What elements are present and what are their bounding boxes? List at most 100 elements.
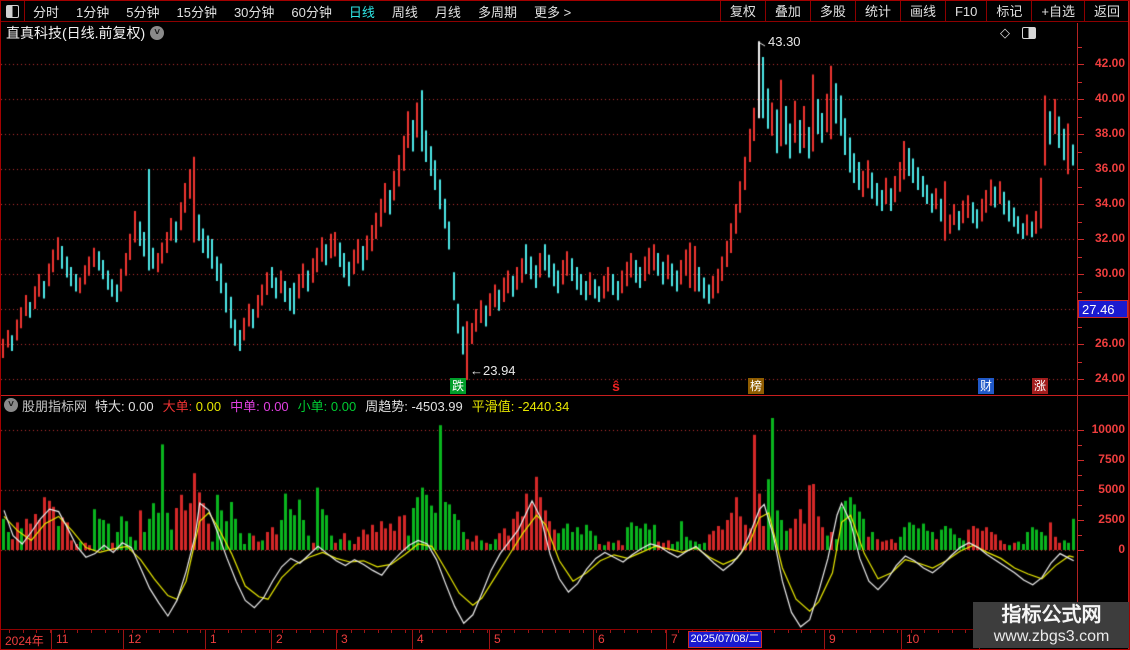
indicator-axis-tick (1078, 505, 1082, 506)
title-row: 直真科技(日线.前复权) ˅ ◇ (1, 23, 1076, 43)
price-axis-tick (1078, 47, 1082, 48)
time-axis-minor-tick (378, 630, 379, 633)
time-axis-minor-tick (337, 630, 338, 633)
time-axis-minor-tick (473, 630, 474, 633)
chart-marker-3: 财 (978, 378, 994, 394)
toolbar-right-item-2[interactable]: 多股 (809, 1, 855, 22)
price-axis-tick (1078, 169, 1084, 170)
toolbar-item-9[interactable]: 多周期 (478, 2, 517, 21)
price-axis-tick (1078, 204, 1084, 205)
toolbar-right-item-4[interactable]: 画线 (899, 1, 945, 22)
time-axis-minor-tick (596, 630, 597, 633)
toolbar-item-5[interactable]: 60分钟 (291, 2, 331, 21)
toolbar-right-item-8[interactable]: 返回 (1083, 1, 1129, 22)
indicator-field-5: 平滑值: -2440.34 (471, 398, 570, 414)
window-layout-icon[interactable] (1, 1, 25, 22)
time-axis-year: 2024年 (5, 634, 44, 648)
stock-title[interactable]: 直真科技(日线.前复权) (1, 23, 145, 43)
price-axis-tick (1078, 379, 1084, 380)
top-toolbar: 分时 1分钟 5分钟 15分钟 30分钟 60分钟 日线 周线 月线 多周期 更多 > 复权 叠加 多股… (1, 1, 1129, 22)
time-axis-boundary (123, 630, 124, 649)
panel-divider (1, 395, 1129, 396)
time-axis-minor-tick (296, 630, 297, 633)
watermark: 指标公式网 www.zbgs3.com (973, 602, 1129, 648)
toolbar-right-item-1[interactable]: 叠加 (764, 1, 810, 22)
time-axis-minor-tick (173, 630, 174, 633)
toolbar-item-0[interactable]: 分时 (33, 2, 59, 21)
time-axis-minor-tick (555, 630, 556, 633)
current-price-tag: 27.46 (1078, 300, 1128, 318)
right-border (1128, 1, 1129, 649)
time-axis-month-label: 12 (128, 632, 142, 646)
time-axis-minor-tick (856, 630, 857, 633)
price-axis-label: 36.00 (1094, 161, 1125, 175)
time-axis-minor-tick (651, 630, 652, 633)
time-axis-minor-tick (269, 630, 270, 633)
candlestick-chart[interactable] (1, 37, 1076, 395)
time-axis-minor-tick (323, 630, 324, 633)
time-axis-boundary (901, 630, 902, 649)
toolbar-right-item-0[interactable]: 复权 (719, 1, 765, 22)
time-axis-month-label: 7 (671, 632, 678, 646)
time-axis-boundary (51, 630, 52, 649)
time-axis-boundary (412, 630, 413, 649)
indicator-axis-tick (1078, 490, 1084, 491)
half-square-icon (6, 4, 19, 18)
time-axis-minor-tick (788, 630, 789, 633)
time-axis-month-label: 6 (598, 632, 605, 646)
toolbar-item-1[interactable]: 1分钟 (76, 2, 109, 21)
time-axis-minor-tick (364, 630, 365, 633)
time-axis-month-label: 10 (906, 632, 920, 646)
diamond-icon[interactable]: ◇ (1000, 25, 1010, 41)
time-axis-minor-tick (528, 630, 529, 633)
indicator-axis-tick (1078, 430, 1084, 431)
toolbar-item-6[interactable]: 日线 (349, 2, 375, 21)
time-axis-minor-tick (965, 630, 966, 633)
toolbar-right-item-5[interactable]: F10 (944, 1, 986, 22)
price-axis-label: 40.00 (1094, 91, 1125, 105)
time-axis: 2024年 11 12 1 2 3 4 5 6 7 9 10 (1, 630, 1129, 649)
time-axis-minor-tick (77, 630, 78, 633)
price-axis-label: 38.00 (1094, 126, 1125, 140)
price-axis-tick (1078, 99, 1084, 100)
time-axis-minor-tick (842, 630, 843, 633)
time-axis-month-label: 2 (276, 632, 283, 646)
time-axis-minor-tick (637, 630, 638, 633)
time-axis-boundary (205, 630, 206, 649)
toolbar-item-10[interactable]: 更多 > (534, 2, 571, 21)
low-annotation: ←23.94 (470, 363, 516, 378)
time-axis-month-label: 5 (494, 632, 501, 646)
toolbar-right-item-3[interactable]: 统计 (854, 1, 900, 22)
indicator-field-2: 中单: 0.00 (230, 398, 289, 414)
indicator-axis-label: 5000 (1098, 482, 1125, 496)
time-axis-minor-tick (405, 630, 406, 633)
time-axis-minor-tick (870, 630, 871, 633)
indicator-axis-tick (1078, 460, 1084, 461)
chevron-down-icon[interactable]: ˅ (150, 26, 165, 40)
title-icons: ◇ (1000, 25, 1036, 41)
time-axis-minor-tick (938, 630, 939, 633)
time-axis-boundary (489, 630, 490, 649)
toolbar-item-2[interactable]: 5分钟 (126, 2, 159, 21)
time-axis-minor-tick (583, 630, 584, 633)
split-view-icon[interactable] (1022, 27, 1036, 39)
time-axis-minor-tick (514, 630, 515, 633)
toolbar-item-3[interactable]: 15分钟 (176, 2, 216, 21)
time-axis-minor-tick (678, 630, 679, 633)
time-axis-minor-tick (255, 630, 256, 633)
toolbar-item-8[interactable]: 月线 (435, 2, 461, 21)
toolbar-item-4[interactable]: 30分钟 (234, 2, 274, 21)
time-axis-minor-tick (924, 630, 925, 633)
axis-border (1077, 23, 1078, 629)
time-axis-month-label: 9 (829, 632, 836, 646)
price-axis-label: 24.00 (1094, 371, 1125, 385)
toolbar-right-item-7[interactable]: +自选 (1031, 1, 1084, 22)
time-axis-minor-tick (159, 630, 160, 633)
time-axis-minor-tick (883, 630, 884, 633)
price-axis-tick (1078, 239, 1084, 240)
indicator-chart[interactable] (1, 413, 1076, 629)
toolbar-right-item-6[interactable]: 标记 (986, 1, 1031, 22)
toolbar-item-7[interactable]: 周线 (392, 2, 418, 21)
chevron-down-icon[interactable]: ˅ (4, 398, 18, 412)
watermark-url: www.zbgs3.com (993, 628, 1110, 645)
